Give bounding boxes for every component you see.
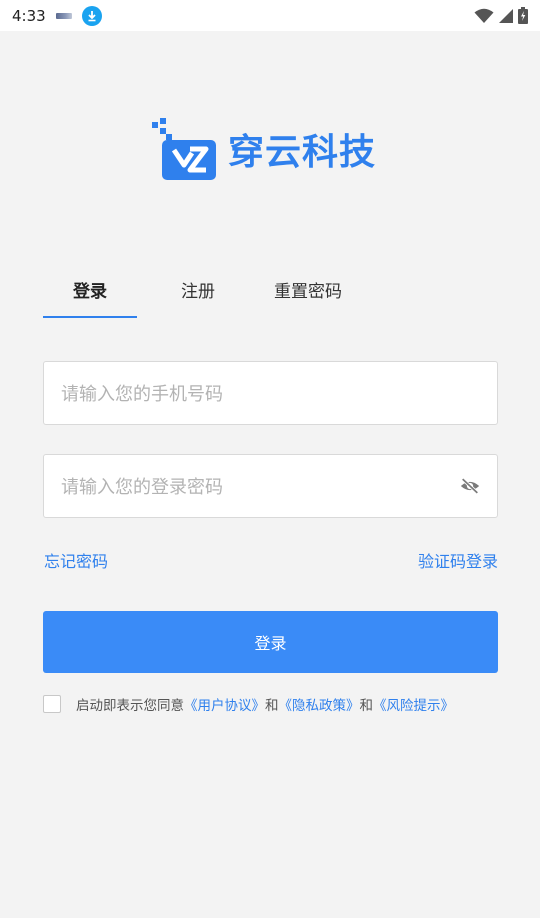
auth-tabs: 登录 注册 重置密码 [43,270,498,318]
user-agreement-link[interactable]: 《用户协议》 [184,698,265,714]
agreement-and-2: 和 [359,698,374,714]
brand-name: 穿云科技 [228,132,377,173]
tab-login[interactable]: 登录 [43,270,137,314]
download-notification-icon [81,5,102,26]
code-login-link[interactable]: 验证码登录 [418,548,498,572]
status-time: 4:33 [12,6,46,25]
phone-field[interactable] [43,361,498,426]
brand-logo: 穿云科技 [152,118,376,180]
privacy-policy-link[interactable]: 《隐私政策》 [279,698,360,714]
password-input[interactable] [59,455,453,519]
tab-register[interactable]: 注册 [167,270,229,314]
notification-thumbnail-icon [55,12,72,19]
phone-input[interactable] [59,362,453,426]
wifi-icon [474,8,494,23]
login-button[interactable]: 登录 [43,611,498,673]
active-tab-indicator [43,316,137,318]
status-bar: 4:33 [0,0,540,31]
agreement-checkbox[interactable] [43,695,61,713]
agreement-text: 启动即表示您同意《用户协议》和《隐私政策》和《风险提示》 [76,694,454,714]
tab-reset-password[interactable]: 重置密码 [265,270,351,314]
password-field[interactable] [43,454,498,519]
eye-off-icon[interactable] [459,475,481,497]
risk-notice-link[interactable]: 《风险提示》 [373,698,454,714]
battery-icon [518,7,528,24]
agreement-and-1: 和 [265,698,279,714]
cell-signal-icon [499,8,513,23]
forgot-password-link[interactable]: 忘记密码 [44,548,108,572]
agreement-prefix: 启动即表示您同意 [76,698,184,714]
brand-logo-icon [152,118,216,180]
agreement-row: 启动即表示您同意《用户协议》和《隐私政策》和《风险提示》 [43,694,454,714]
